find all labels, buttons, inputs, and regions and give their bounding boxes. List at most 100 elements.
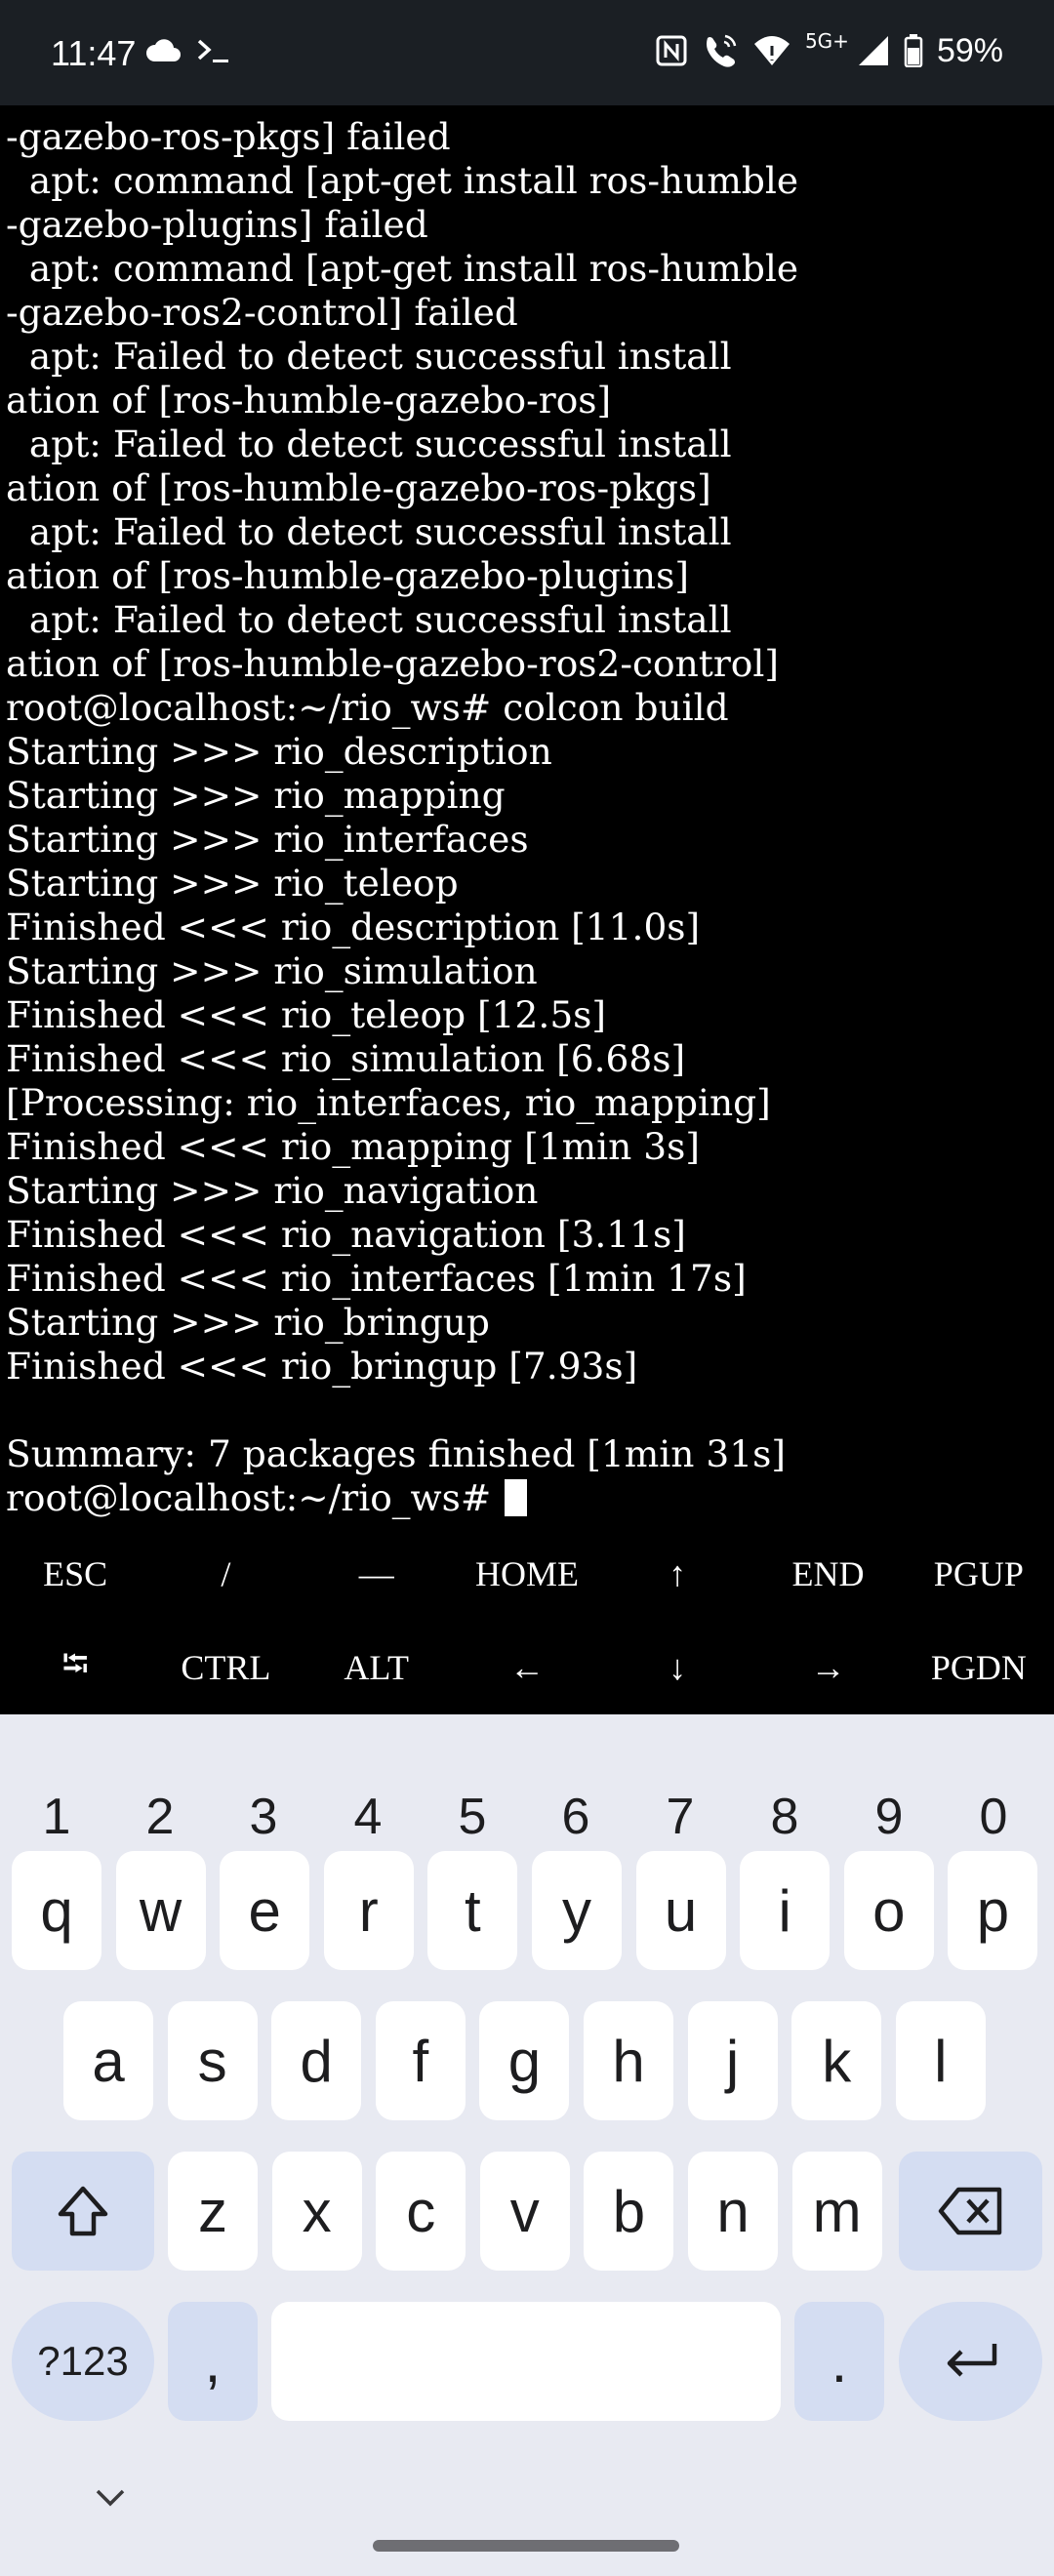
symbols-key[interactable]: ?123 bbox=[12, 2302, 154, 2421]
terminal-line: Starting >>> rio_teleop bbox=[6, 862, 459, 905]
soft-keyboard: ?123 , . 1234567890 qwertyuiop asdfghjkl zx… bbox=[0, 1714, 1054, 2576]
terminal-line: -gazebo-ros-pkgs] failed bbox=[6, 115, 451, 158]
terminal-output[interactable]: -gazebo-ros-pkgs] failed apt: command [a… bbox=[0, 105, 1054, 1550]
terminal-line: apt: command [apt-get install ros-humble bbox=[6, 247, 799, 290]
extra-key[interactable]: ↑ bbox=[602, 1527, 752, 1621]
space-key[interactable] bbox=[271, 2302, 781, 2421]
backspace-key[interactable] bbox=[899, 2152, 1042, 2271]
terminal-line: Starting >>> rio_description bbox=[6, 730, 552, 773]
number-key[interactable]: 2 bbox=[111, 1773, 209, 1861]
letter-key[interactable]: d bbox=[271, 2001, 362, 2120]
number-key[interactable]: 6 bbox=[527, 1773, 625, 1861]
backspace-icon bbox=[938, 2187, 1001, 2235]
terminal-line: Starting >>> rio_navigation bbox=[6, 1169, 539, 1212]
terminal-line: [Processing: rio_interfaces, rio_mapping… bbox=[6, 1081, 771, 1124]
comma-key-label: , bbox=[204, 2328, 222, 2395]
letter-key[interactable]: z bbox=[168, 2152, 258, 2271]
comma-key[interactable]: , bbox=[168, 2302, 258, 2421]
collapse-keyboard-icon[interactable] bbox=[86, 2483, 135, 2513]
status-bar: 11:47 5G+ 59% bbox=[0, 0, 1054, 105]
extra-key[interactable]: ← bbox=[452, 1621, 602, 1714]
number-key[interactable]: 8 bbox=[736, 1773, 833, 1861]
extra-key[interactable]: PGDN bbox=[904, 1621, 1054, 1714]
letter-key[interactable]: f bbox=[375, 2001, 466, 2120]
terminal-line: apt: Failed to detect successful install bbox=[6, 423, 732, 465]
letter-key[interactable]: v bbox=[479, 2152, 570, 2271]
wifi-calling-icon bbox=[706, 34, 737, 67]
home-indicator[interactable] bbox=[373, 2540, 679, 2552]
letter-key[interactable]: o bbox=[843, 1851, 934, 1970]
letter-key[interactable]: w bbox=[115, 1851, 206, 1970]
terminal-line: Starting >>> rio_simulation bbox=[6, 949, 538, 992]
terminal-line: apt: Failed to detect successful install bbox=[6, 598, 732, 641]
extra-key[interactable]: → bbox=[752, 1621, 903, 1714]
letter-key[interactable]: i bbox=[740, 1851, 831, 1970]
extra-key[interactable]: ESC bbox=[0, 1527, 150, 1621]
terminal-line: ation of [ros-humble-gazebo-ros] bbox=[6, 379, 612, 422]
terminal-line: Starting >>> rio_interfaces bbox=[6, 818, 529, 861]
terminal-line: Finished <<< rio_mapping [1min 3s] bbox=[6, 1125, 700, 1168]
letter-key[interactable]: s bbox=[167, 2001, 258, 2120]
letter-key[interactable]: j bbox=[687, 2001, 778, 2120]
terminal-line: Finished <<< rio_navigation [3.11s] bbox=[6, 1213, 686, 1256]
terminal-line: Finished <<< rio_interfaces [1min 17s] bbox=[6, 1257, 747, 1300]
extra-key[interactable]: — bbox=[302, 1527, 452, 1621]
enter-key[interactable] bbox=[899, 2302, 1042, 2421]
terminal-prompt: root@localhost:~/rio_ws# bbox=[6, 1476, 504, 1519]
letter-key[interactable]: m bbox=[791, 2152, 882, 2271]
letter-key[interactable]: u bbox=[635, 1851, 726, 1970]
letter-key[interactable]: k bbox=[791, 2001, 882, 2120]
letter-key[interactable]: r bbox=[323, 1851, 414, 1970]
number-key[interactable]: 7 bbox=[631, 1773, 729, 1861]
letter-key[interactable]: h bbox=[584, 2001, 673, 2120]
extra-key[interactable]: ↓ bbox=[602, 1621, 752, 1714]
terminal-line: ation of [ros-humble-gazebo-ros-pkgs] bbox=[6, 466, 711, 509]
terminal-line: apt: Failed to detect successful install bbox=[6, 510, 732, 553]
number-key[interactable]: 1 bbox=[8, 1773, 105, 1861]
battery-icon bbox=[904, 34, 923, 67]
letter-key[interactable]: l bbox=[895, 2001, 986, 2120]
extra-key[interactable]: / bbox=[150, 1527, 301, 1621]
shift-key[interactable] bbox=[12, 2152, 154, 2271]
enter-icon bbox=[947, 2344, 996, 2377]
terminal-line: Finished <<< rio_teleop [12.5s] bbox=[6, 993, 607, 1036]
extra-key[interactable]: CTRL bbox=[150, 1621, 301, 1714]
cloud-icon bbox=[145, 39, 181, 61]
terminal-cursor bbox=[505, 1479, 528, 1516]
letter-key[interactable]: x bbox=[271, 2152, 362, 2271]
letter-key[interactable]: y bbox=[532, 1851, 622, 1970]
shift-icon bbox=[58, 2186, 108, 2236]
terminal-line: -gazebo-plugins] failed bbox=[6, 203, 428, 246]
extra-key[interactable]: HOME bbox=[452, 1527, 602, 1621]
extra-key[interactable]: END bbox=[752, 1527, 903, 1621]
extra-key[interactable]: ⭾ bbox=[0, 1621, 150, 1714]
terminal-line: Starting >>> rio_mapping bbox=[6, 774, 506, 817]
number-key[interactable]: 4 bbox=[319, 1773, 417, 1861]
number-key[interactable]: 9 bbox=[840, 1773, 938, 1861]
letter-key[interactable]: q bbox=[12, 1851, 101, 1970]
terminal-line: Finished <<< rio_simulation [6.68s] bbox=[6, 1037, 686, 1080]
number-key[interactable]: 5 bbox=[424, 1773, 521, 1861]
terminal-line: Summary: 7 packages finished [1min 31s] bbox=[6, 1432, 786, 1475]
extra-key[interactable]: PGUP bbox=[904, 1527, 1054, 1621]
letter-key[interactable]: n bbox=[688, 2152, 778, 2271]
letter-key[interactable]: p bbox=[948, 1851, 1038, 1970]
extra-key[interactable]: ALT bbox=[302, 1621, 452, 1714]
terminal-line: Finished <<< rio_bringup [7.93s] bbox=[6, 1345, 638, 1388]
letter-key[interactable]: g bbox=[479, 2001, 570, 2120]
period-key[interactable]: . bbox=[794, 2302, 884, 2421]
letter-key[interactable]: t bbox=[427, 1851, 518, 1970]
letter-key[interactable]: c bbox=[376, 2152, 466, 2271]
terminal-line: ation of [ros-humble-gazebo-ros2-control… bbox=[6, 642, 779, 685]
terminal-line: ation of [ros-humble-gazebo-plugins] bbox=[6, 554, 689, 597]
terminal-icon bbox=[197, 39, 228, 62]
letter-key[interactable]: a bbox=[63, 2001, 153, 2120]
terminal-prompt-line: root@localhost:~/rio_ws# bbox=[6, 1476, 798, 1520]
letter-key[interactable]: e bbox=[220, 1851, 310, 1970]
letter-key[interactable]: b bbox=[584, 2152, 674, 2271]
number-key[interactable]: 0 bbox=[945, 1773, 1042, 1861]
number-key[interactable]: 3 bbox=[215, 1773, 312, 1861]
terminal-line: apt: Failed to detect successful install bbox=[6, 335, 732, 378]
status-time: 11:47 bbox=[51, 33, 137, 73]
